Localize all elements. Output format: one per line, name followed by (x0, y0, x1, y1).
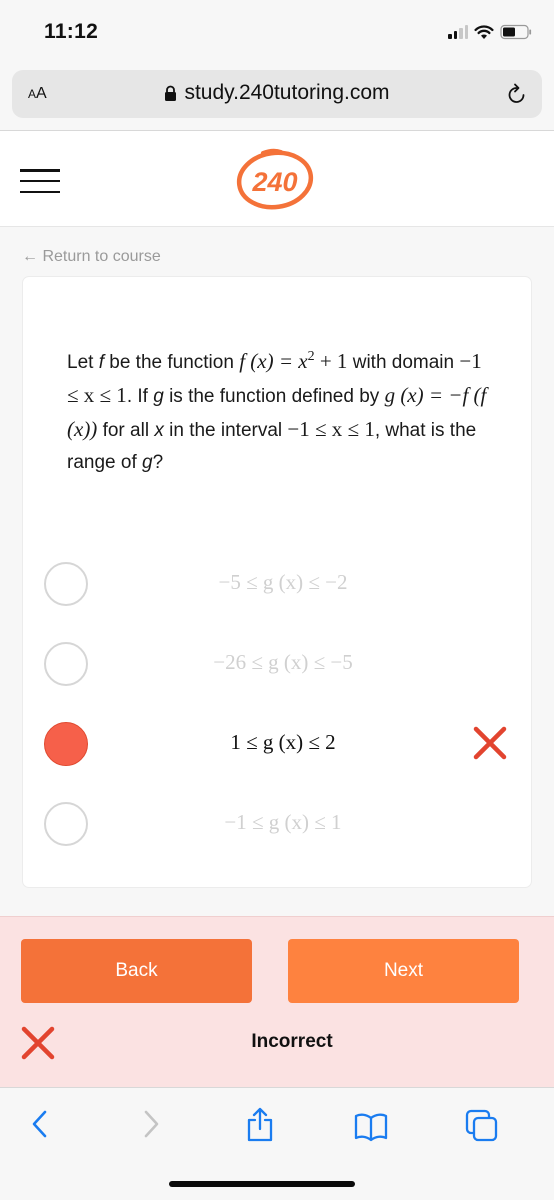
radio-button[interactable] (44, 642, 88, 686)
site-header: 240 (0, 131, 554, 227)
question-card: Let f be the function f (x) = x2 + 1 wit… (22, 276, 532, 888)
question-text-part: in the interval (163, 420, 288, 441)
tabs-icon[interactable] (465, 1107, 499, 1143)
next-button[interactable]: Next (288, 939, 519, 1003)
math-interval: −1 ≤ x ≤ 1 (287, 417, 375, 441)
question-text-part: . If (126, 386, 154, 407)
variable-x: x (154, 420, 164, 441)
answer-option[interactable]: −1 ≤ g (x) ≤ 1 (23, 794, 533, 854)
math-f-definition: f (x) = x (239, 349, 308, 373)
reload-icon[interactable] (506, 83, 528, 107)
question-text-part: for all (97, 420, 155, 441)
question-text-part: with domain (347, 352, 460, 373)
question-text-part: is the function defined by (163, 386, 385, 407)
math-tail: + 1 (314, 349, 348, 373)
option-text: 1 ≤ g (x) ≤ 2 (230, 730, 336, 754)
lock-icon (165, 85, 177, 101)
radio-button[interactable] (44, 802, 88, 846)
answer-option-selected[interactable]: 1 ≤ g (x) ≤ 2 (23, 714, 533, 774)
cellular-signal-icon (448, 25, 468, 39)
browser-toolbar (0, 1089, 554, 1200)
status-time: 11:12 (44, 20, 99, 43)
back-icon[interactable] (30, 1107, 50, 1141)
url-display[interactable]: study.240tutoring.com (12, 81, 542, 105)
option-text: −26 ≤ g (x) ≤ −5 (213, 650, 353, 674)
option-text: −5 ≤ g (x) ≤ −2 (218, 570, 348, 594)
hamburger-menu-icon[interactable] (20, 169, 60, 193)
question-text-part: Let (67, 352, 99, 373)
question-text: Let f be the function f (x) = x2 + 1 wit… (67, 341, 497, 479)
radio-button-selected[interactable] (44, 722, 88, 766)
bookmarks-icon[interactable] (354, 1107, 388, 1143)
option-text: −1 ≤ g (x) ≤ 1 (224, 810, 342, 834)
logo-text: 240 (251, 167, 297, 197)
return-to-course-link[interactable]: ← Return to course (22, 248, 161, 266)
incorrect-x-icon (473, 726, 507, 760)
question-text-part: ? (152, 452, 164, 473)
battery-icon (500, 24, 532, 40)
share-icon[interactable] (245, 1107, 275, 1143)
status-icons (448, 24, 532, 40)
home-indicator (169, 1181, 355, 1187)
wifi-icon (474, 24, 494, 39)
answer-option[interactable]: −5 ≤ g (x) ≤ −2 (23, 554, 533, 614)
question-text-part: be the function (103, 352, 240, 373)
variable-g: g (153, 386, 164, 407)
variable-g: g (142, 452, 153, 473)
feedback-panel: Back Next Incorrect (0, 916, 554, 1088)
math-expression: f (x) = x2 + 1 (239, 349, 347, 373)
answer-option[interactable]: −26 ≤ g (x) ≤ −5 (23, 634, 533, 694)
feedback-status: Incorrect (251, 1031, 333, 1052)
logo[interactable]: 240 (233, 147, 317, 211)
math-exponent: 2 (307, 349, 315, 364)
address-bar[interactable]: AA study.240tutoring.com (12, 70, 542, 118)
forward-icon[interactable] (141, 1107, 161, 1141)
radio-button[interactable] (44, 562, 88, 606)
back-button[interactable]: Back (21, 939, 252, 1003)
url-text: study.240tutoring.com (184, 81, 390, 104)
